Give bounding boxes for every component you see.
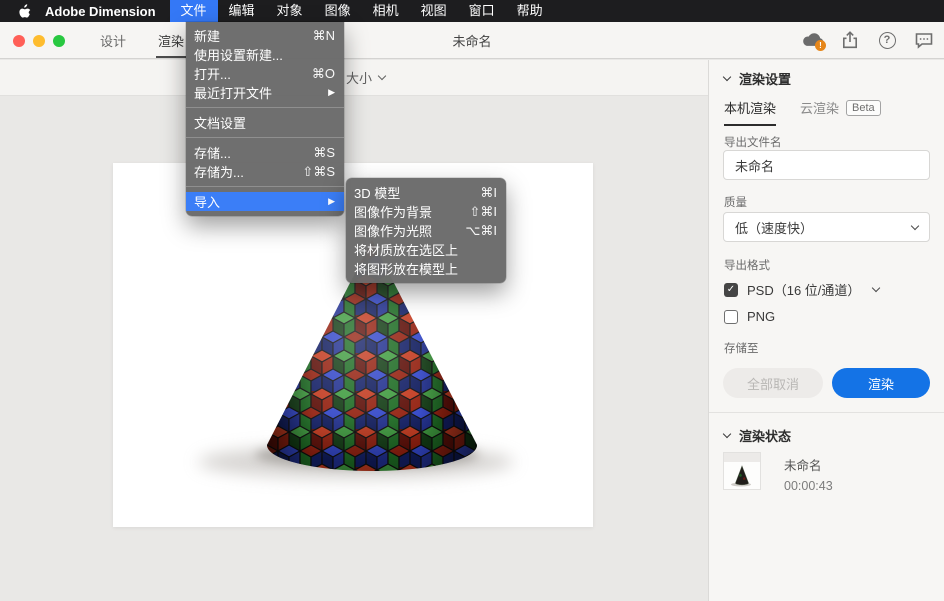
render-status-header[interactable]: 渲染状态 [724, 426, 791, 445]
chevron-down-icon [378, 71, 386, 79]
format-label: 导出格式 [724, 257, 770, 273]
help-icon[interactable]: ? [875, 28, 899, 52]
quality-label: 质量 [724, 194, 747, 210]
render-toolbar: 大小 [0, 60, 708, 96]
menubar-item-camera[interactable]: 相机 [362, 0, 410, 22]
macos-menu-bar: Adobe Dimension 文件 编辑 对象 图像 相机 视图 窗口 帮助 [0, 0, 944, 22]
menu-separator [186, 186, 344, 187]
menu-item-save-as[interactable]: 存储为... ⇧⌘S [186, 162, 344, 181]
viewport-canvas[interactable] [0, 97, 708, 601]
close-window-button[interactable] [13, 35, 25, 47]
beta-badge: Beta [846, 100, 881, 116]
menu-item-new[interactable]: 新建 ⌘N [186, 26, 344, 45]
menu-item-new-with-settings[interactable]: 使用设置新建... [186, 45, 344, 64]
render-settings-header[interactable]: 渲染设置 [724, 69, 791, 88]
window-title-bar: 未命名 设计 渲染 ! ? [0, 22, 944, 59]
menu-item-open[interactable]: 打开... ⌘O [186, 64, 344, 83]
psd-checkbox[interactable]: ✓ [724, 283, 738, 297]
format-psd-row[interactable]: ✓ PSD（16 位/通道） [724, 280, 879, 299]
filename-input[interactable] [723, 150, 930, 180]
file-menu: 新建 ⌘N 使用设置新建... 打开... ⌘O 最近打开文件 ▶ 文档设置 存… [186, 22, 344, 216]
render-button[interactable]: 渲染 [832, 368, 930, 398]
submenu-item-image-as-light[interactable]: 图像作为光照 ⌥⌘I [346, 221, 506, 240]
render-size-dropdown[interactable]: 大小 [346, 60, 385, 95]
cloud-warning-badge: ! [815, 40, 826, 51]
menubar-item-file[interactable]: 文件 [170, 0, 218, 22]
cloud-sync-icon[interactable]: ! [801, 28, 825, 52]
filename-label: 导出文件名 [724, 134, 782, 150]
menu-item-open-recent[interactable]: 最近打开文件 ▶ [186, 83, 344, 102]
render-job-name: 未命名 [784, 455, 833, 474]
import-submenu: 3D 模型 ⌘I 图像作为背景 ⇧⌘I 图像作为光照 ⌥⌘I 将材质放在选区上 … [346, 178, 506, 283]
menubar-item-window[interactable]: 窗口 [458, 0, 506, 22]
render-size-label: 大小 [346, 68, 372, 87]
submenu-item-3d-model[interactable]: 3D 模型 ⌘I [346, 183, 506, 202]
collapse-chevron-icon [723, 430, 731, 438]
submenu-item-image-as-background[interactable]: 图像作为背景 ⇧⌘I [346, 202, 506, 221]
submenu-arrow-icon: ▶ [328, 196, 335, 207]
tab-local-render[interactable]: 本机渲染 [724, 98, 776, 126]
format-png-row[interactable]: PNG [724, 309, 775, 324]
render-mode-tabs: 本机渲染 云渲染 Beta [724, 98, 881, 126]
menubar-item-object[interactable]: 对象 [266, 0, 314, 22]
psd-label: PSD（16 位/通道） [747, 280, 860, 299]
menubar-item-view[interactable]: 视图 [410, 0, 458, 22]
submenu-item-graphic-on-model[interactable]: 将图形放在模型上 [346, 259, 506, 278]
tab-render[interactable]: 渲染 [156, 22, 186, 58]
menubar-item-image[interactable]: 图像 [314, 0, 362, 22]
save-to-label: 存储至 [724, 340, 759, 356]
apple-menu-icon[interactable] [0, 4, 37, 19]
png-label: PNG [747, 309, 775, 324]
menu-separator [186, 107, 344, 108]
panel-divider [709, 412, 944, 413]
submenu-arrow-icon: ▶ [328, 87, 335, 98]
minimize-window-button[interactable] [33, 35, 45, 47]
window-controls [13, 35, 65, 47]
png-checkbox[interactable] [724, 310, 738, 324]
menu-separator [186, 137, 344, 138]
render-status-item[interactable]: 未命名 00:00:43 [723, 452, 833, 493]
submenu-item-material-on-selection[interactable]: 将材质放在选区上 [346, 240, 506, 259]
app-name: Adobe Dimension [37, 4, 170, 19]
chevron-down-icon [911, 221, 919, 229]
cancel-all-button[interactable]: 全部取消 [723, 368, 823, 398]
quality-select[interactable]: 低（速度快） [723, 212, 930, 242]
tab-design[interactable]: 设计 [98, 22, 128, 58]
chevron-down-icon[interactable] [872, 284, 880, 292]
mode-tabs: 设计 渲染 [98, 22, 186, 58]
quality-value: 低（速度快） [735, 218, 813, 237]
share-icon[interactable] [838, 28, 862, 52]
render-job-time: 00:00:43 [784, 479, 833, 493]
menubar-item-help[interactable]: 帮助 [506, 0, 554, 22]
collapse-chevron-icon [723, 73, 731, 81]
tab-cloud-render[interactable]: 云渲染 Beta [800, 98, 881, 124]
render-thumbnail [723, 452, 761, 490]
render-settings-panel: 渲染设置 本机渲染 云渲染 Beta 导出文件名 质量 低（速度快） 导出格式 … [708, 60, 944, 601]
menu-item-import[interactable]: 导入 ▶ [186, 192, 344, 211]
menubar-item-edit[interactable]: 编辑 [218, 0, 266, 22]
menu-item-document-settings[interactable]: 文档设置 [186, 113, 344, 132]
zoom-window-button[interactable] [53, 35, 65, 47]
feedback-icon[interactable] [912, 28, 936, 52]
menu-item-save[interactable]: 存储... ⌘S [186, 143, 344, 162]
